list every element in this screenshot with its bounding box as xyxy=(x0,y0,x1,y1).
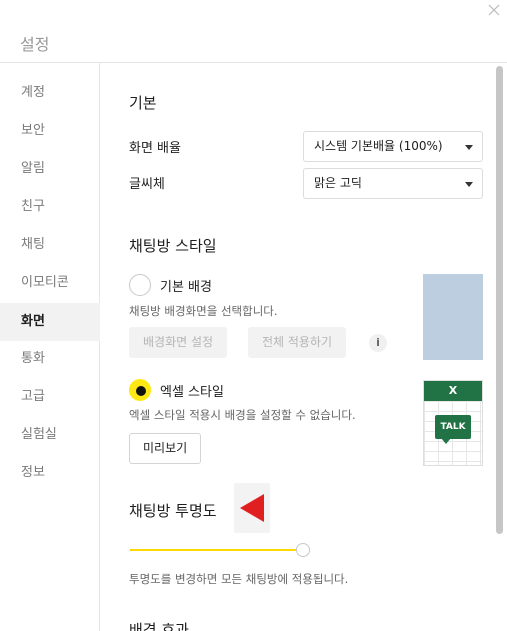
set-background-button[interactable]: 배경화면 설정 xyxy=(129,327,228,358)
font-select-value: 맑은 고딕 xyxy=(314,176,362,190)
sidebar-item-friends[interactable]: 친구 xyxy=(0,188,100,226)
settings-content: 기본 화면 배율 시스템 기본배율 (100%) 글씨체 맑은 고딕 채팅방 스… xyxy=(101,63,507,631)
talk-badge: TALK xyxy=(435,415,471,439)
excel-header: X xyxy=(424,381,482,401)
section-chat-style-heading: 채팅방 스타일 xyxy=(129,237,217,255)
sidebar: 계정 보안 알림 친구 채팅 이모티콘 화면 통화 고급 실험실 정보 xyxy=(0,63,100,631)
section-basic-heading: 기본 xyxy=(129,94,157,112)
sidebar-item-calls[interactable]: 통화 xyxy=(0,340,100,378)
default-bg-thumbnail xyxy=(423,274,483,360)
sidebar-item-account[interactable]: 계정 xyxy=(0,74,100,112)
sidebar-item-emoticons[interactable]: 이모티콘 xyxy=(0,264,100,302)
excel-style-radio[interactable] xyxy=(129,379,151,401)
default-bg-label: 기본 배경 xyxy=(160,280,212,295)
red-arrow-pointer-icon xyxy=(234,483,270,533)
radio-dot xyxy=(136,386,146,396)
section-background-effect-heading: 배경 효과 xyxy=(129,621,189,631)
zoom-label: 화면 배율 xyxy=(129,141,181,156)
zoom-select-value: 시스템 기본배율 (100%) xyxy=(314,139,443,153)
talk-badge-tail xyxy=(441,438,451,444)
excel-style-thumbnail: X TALK xyxy=(423,380,483,466)
transparency-slider-track[interactable] xyxy=(130,549,302,551)
close-icon xyxy=(488,4,500,16)
chevron-down-icon xyxy=(465,182,473,187)
zoom-select[interactable]: 시스템 기본배율 (100%) xyxy=(303,131,483,162)
font-label: 글씨체 xyxy=(129,177,165,192)
font-select[interactable]: 맑은 고딕 xyxy=(303,168,483,199)
sidebar-item-notifications[interactable]: 알림 xyxy=(0,150,100,188)
excel-style-desc: 엑셀 스타일 적용시 배경을 설정할 수 없습니다. xyxy=(129,408,356,422)
sidebar-item-labs[interactable]: 실험실 xyxy=(0,416,100,454)
chevron-down-icon xyxy=(465,145,473,150)
default-bg-desc: 채팅방 배경화면을 선택합니다. xyxy=(129,304,278,318)
scrollbar[interactable] xyxy=(496,66,503,534)
window-title: 설정 xyxy=(20,35,50,54)
sidebar-item-security[interactable]: 보안 xyxy=(0,112,100,150)
preview-button[interactable]: 미리보기 xyxy=(129,433,202,464)
default-bg-radio[interactable] xyxy=(129,274,151,296)
section-transparency-heading: 채팅방 투명도 xyxy=(129,502,217,520)
sidebar-item-display[interactable]: 화면 xyxy=(0,303,100,341)
sidebar-item-info[interactable]: 정보 xyxy=(0,454,100,492)
info-icon[interactable]: i xyxy=(369,334,387,352)
close-button[interactable] xyxy=(486,2,502,18)
sidebar-item-chats[interactable]: 채팅 xyxy=(0,226,100,264)
excel-style-label: 엑셀 스타일 xyxy=(160,385,224,400)
transparency-desc: 투명도를 변경하면 모든 채팅방에 적용됩니다. xyxy=(129,572,349,586)
apply-all-button[interactable]: 전체 적용하기 xyxy=(248,327,347,358)
transparency-slider-knob[interactable] xyxy=(296,543,310,557)
sidebar-item-advanced[interactable]: 고급 xyxy=(0,378,100,416)
